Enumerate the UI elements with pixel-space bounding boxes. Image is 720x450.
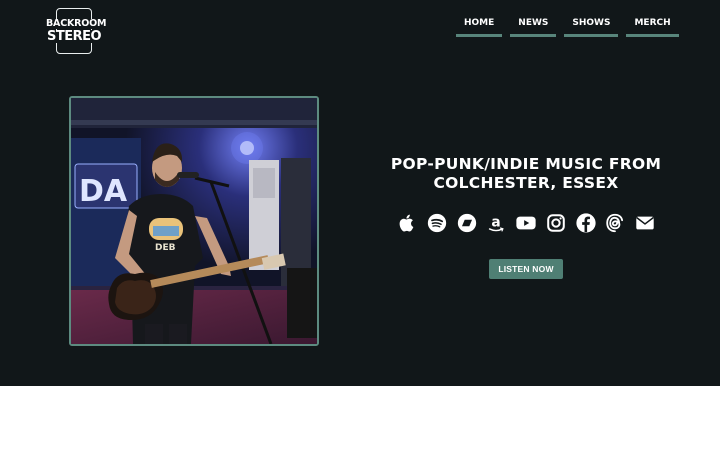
threads-icon[interactable] bbox=[604, 212, 626, 234]
main-nav: HOME NEWS SHOWS MERCH bbox=[456, 17, 679, 37]
nav-merch[interactable]: MERCH bbox=[626, 17, 679, 37]
neon-sign-text: DA bbox=[79, 174, 128, 209]
email-icon[interactable] bbox=[634, 212, 656, 234]
hero-headline-line1: POP-PUNK/INDIE MUSIC FROM bbox=[390, 155, 662, 173]
spotify-icon[interactable] bbox=[426, 212, 448, 234]
amazon-music-icon[interactable]: a bbox=[485, 212, 507, 234]
apple-music-icon[interactable] bbox=[396, 212, 418, 234]
instagram-icon[interactable] bbox=[545, 212, 567, 234]
hero-headline-line2: COLCHESTER, ESSEX bbox=[433, 174, 619, 192]
logo-text-line2: STEREO bbox=[46, 28, 102, 44]
nav-home[interactable]: HOME bbox=[456, 17, 503, 37]
hero-section: BACKROOM STEREO HOME NEWS SHOWS MERCH DA… bbox=[0, 0, 720, 386]
content-area-blank bbox=[0, 386, 720, 450]
hero-headline: POP-PUNK/INDIE MUSIC FROM COLCHESTER, ES… bbox=[380, 155, 672, 193]
social-links: a bbox=[396, 212, 656, 234]
performer-photo-illustration: DA DEB bbox=[71, 98, 317, 344]
facebook-icon[interactable] bbox=[575, 212, 597, 234]
svg-text:a: a bbox=[492, 215, 501, 231]
bandcamp-icon[interactable] bbox=[456, 212, 478, 234]
nav-news[interactable]: NEWS bbox=[510, 17, 557, 37]
logo-text-line1: BACKROOM bbox=[46, 18, 107, 29]
svg-text:DEB: DEB bbox=[155, 243, 176, 253]
site-logo[interactable]: BACKROOM STEREO bbox=[46, 8, 107, 56]
youtube-icon[interactable] bbox=[515, 212, 537, 234]
nav-shows[interactable]: SHOWS bbox=[564, 17, 619, 37]
band-photo: DA DEB bbox=[69, 96, 319, 346]
listen-now-button[interactable]: LISTEN NOW bbox=[489, 259, 563, 279]
